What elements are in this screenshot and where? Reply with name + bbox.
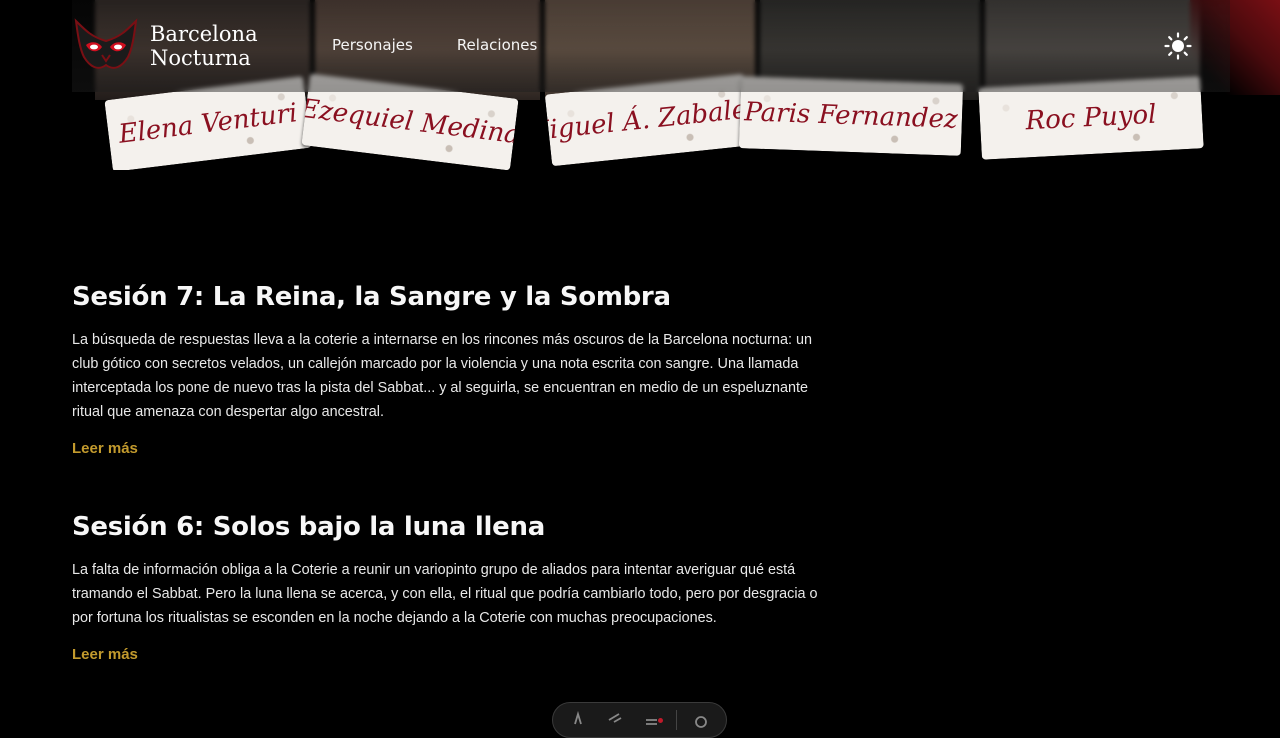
character-name: Miguel Á. Zabaleta xyxy=(544,91,752,149)
toolbar-divider xyxy=(676,710,678,730)
post-title[interactable]: Sesión 7: La Reina, la Sangre y la Sombr… xyxy=(72,282,832,312)
pen-icon xyxy=(573,710,582,725)
post-summary: La búsqueda de respuestas lleva a la cot… xyxy=(72,332,812,420)
main-nav: Personajes Relaciones xyxy=(332,36,537,54)
toolbar-button[interactable] xyxy=(688,710,714,730)
brand-line-1: Barcelona xyxy=(150,22,258,46)
read-more-link[interactable]: Leer más xyxy=(72,440,138,457)
read-more-link[interactable]: Leer más xyxy=(72,646,138,663)
nav-item-relaciones[interactable]: Relaciones xyxy=(457,36,537,54)
post-summary: La falta de información obliga a la Cote… xyxy=(72,562,818,626)
character-name: Ezequiel Medina xyxy=(301,93,519,151)
gear-icon xyxy=(695,716,708,728)
character-name: Elena Venturi xyxy=(117,98,299,150)
mask-icon xyxy=(74,18,138,69)
session-post: Sesión 6: Solos bajo la luna llena La fa… xyxy=(72,512,832,663)
floating-toolbar xyxy=(552,702,727,738)
brand-name: Barcelona Nocturna xyxy=(150,22,258,70)
character-name: Roc Puyol xyxy=(1024,99,1158,137)
site-logo[interactable]: Barcelona Nocturna xyxy=(72,14,322,78)
toolbar-button[interactable] xyxy=(602,710,628,730)
session-post: Sesión 7: La Reina, la Sangre y la Sombr… xyxy=(72,282,832,457)
brush-icon xyxy=(608,713,622,723)
nav-item-personajes[interactable]: Personajes xyxy=(332,36,413,54)
character-name: Paris Fernandez xyxy=(743,97,959,135)
theme-toggle-button[interactable] xyxy=(1164,32,1192,60)
site-header: Barcelona Nocturna Personajes Relaciones xyxy=(72,0,1230,92)
toolbar-button[interactable] xyxy=(565,710,591,730)
notification-dot xyxy=(657,718,663,723)
post-title[interactable]: Sesión 6: Solos bajo la luna llena xyxy=(72,512,832,542)
toolbar-button[interactable] xyxy=(639,710,665,730)
sun-icon xyxy=(1164,32,1192,60)
brand-line-2: Nocturna xyxy=(150,46,251,70)
